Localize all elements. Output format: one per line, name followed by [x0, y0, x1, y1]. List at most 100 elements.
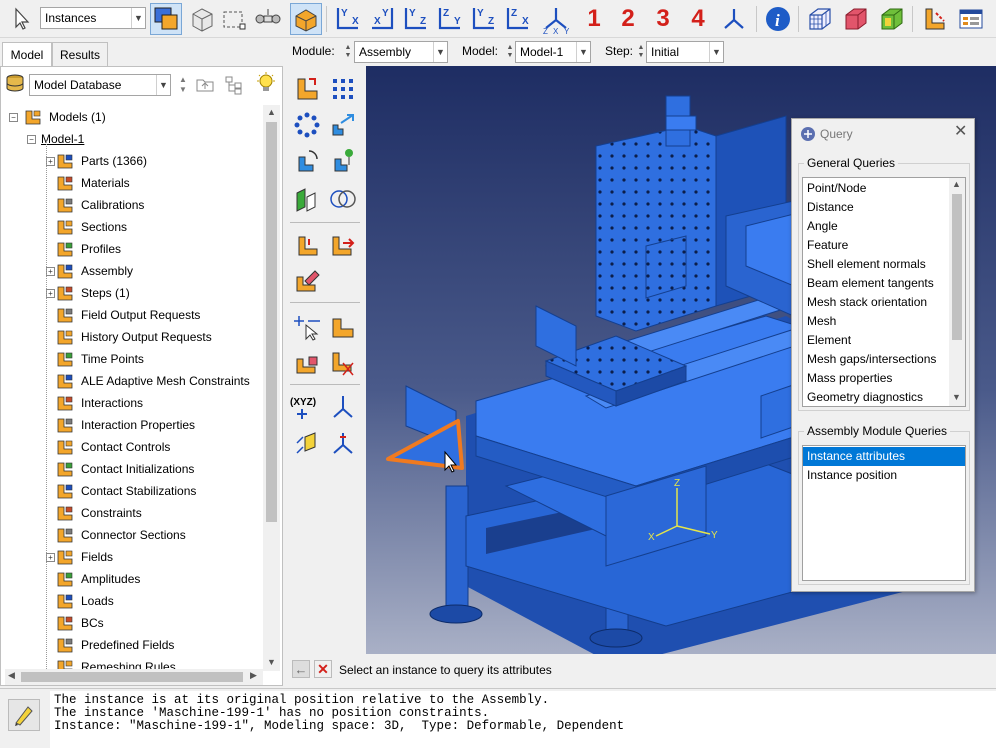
tree-item[interactable]: Constraints [55, 503, 142, 523]
scroll-left-icon[interactable]: ◀ [8, 670, 15, 681]
tree-expander-icon[interactable]: − [27, 135, 36, 144]
create-constraint-face-icon[interactable] [328, 230, 358, 260]
create-instance-icon[interactable] [292, 74, 322, 104]
part-instance-icon[interactable] [328, 312, 358, 342]
module-spin-icon[interactable]: ▲ ▼ [343, 42, 353, 62]
view-2-button[interactable]: 2 [612, 3, 644, 35]
drag-shape-icon[interactable] [218, 3, 250, 35]
view-yz-icon[interactable]: YZ [400, 3, 432, 35]
display-group-icon[interactable] [955, 3, 987, 35]
select-from-interior-icon[interactable] [150, 3, 182, 35]
tree-item[interactable]: Time Points [55, 349, 144, 369]
view-xz-icon[interactable]: ZX [502, 3, 534, 35]
general-query-item[interactable]: Angle [803, 217, 951, 236]
back-arrow-icon[interactable]: ← [292, 660, 310, 678]
message-area-icon[interactable] [8, 699, 40, 731]
view-iso-icon[interactable]: ZXY [540, 3, 572, 35]
datum-point-icon[interactable]: (XYZ) [290, 392, 320, 422]
render-wireframe-icon[interactable] [804, 3, 836, 35]
tree-item[interactable]: Interaction Properties [55, 415, 195, 435]
view-1-button[interactable]: 1 [578, 3, 610, 35]
view-zx-icon[interactable]: YZ [468, 3, 500, 35]
tree-item[interactable]: ALE Adaptive Mesh Constraints [55, 371, 250, 391]
tree-item[interactable]: Calibrations [55, 195, 144, 215]
sort-arrows-icon[interactable]: ▲ ▼ [177, 75, 189, 95]
module-combo[interactable]: Assembly ▼ [354, 41, 448, 63]
general-query-item[interactable]: Mesh gaps/intersections [803, 350, 951, 369]
lightbulb-icon[interactable] [255, 72, 277, 96]
general-query-item[interactable]: Mesh stack orientation [803, 293, 951, 312]
query-select-icon[interactable] [292, 312, 322, 342]
tree-item[interactable]: Models (1) [23, 107, 106, 127]
boolean-icon[interactable] [328, 184, 358, 214]
render-hidden-icon[interactable] [840, 3, 872, 35]
translate-instance-icon[interactable] [328, 110, 358, 140]
scroll-thumb[interactable] [266, 122, 277, 522]
folder-up-icon[interactable] [195, 75, 215, 93]
selection-filter-combo[interactable]: Instances ▼ [40, 7, 146, 29]
tree-item[interactable]: Parts (1366) [55, 151, 147, 171]
tree-item[interactable]: History Output Requests [55, 327, 212, 347]
tree-item[interactable]: Field Output Requests [55, 305, 200, 325]
view-triad-icon[interactable] [718, 3, 750, 35]
message-log[interactable]: The instance is at its original position… [50, 691, 996, 748]
tree-item[interactable]: Predefined Fields [55, 635, 174, 655]
rotate-instance-icon[interactable] [292, 146, 322, 176]
scroll-down-icon[interactable]: ▼ [952, 392, 961, 402]
view-4-button[interactable]: 4 [682, 3, 714, 35]
tab-results[interactable]: Results [52, 42, 108, 66]
model-spin-icon[interactable]: ▲ ▼ [505, 42, 515, 62]
tree-vertical-scrollbar[interactable]: ▲ ▼ [263, 105, 280, 671]
hscroll-thumb[interactable] [21, 672, 243, 682]
tree-item[interactable]: Model-1 [41, 129, 84, 149]
tab-model[interactable]: Model [2, 42, 52, 67]
assembly-query-item[interactable]: Instance attributes [803, 447, 965, 466]
tree-item[interactable]: Connector Sections [55, 525, 186, 545]
bounding-box-icon[interactable] [290, 3, 322, 35]
tree-expander-icon[interactable]: + [46, 157, 55, 166]
tree-item[interactable]: BCs [55, 613, 104, 633]
merge-cut-icon[interactable] [292, 184, 322, 214]
general-list-scrollbar[interactable]: ▲ ▼ [949, 178, 965, 406]
instance-delete-icon[interactable] [328, 348, 358, 378]
tree-item[interactable]: Fields [55, 547, 113, 567]
tree-item[interactable]: Contact Initializations [55, 459, 194, 479]
step-combo[interactable]: Initial ▼ [646, 41, 724, 63]
datum-plane-icon[interactable] [292, 428, 322, 458]
tree-item[interactable]: Contact Controls [55, 437, 170, 457]
general-query-item[interactable]: Distance [803, 198, 951, 217]
tree-item[interactable]: Materials [55, 173, 130, 193]
datum-axis-icon[interactable] [328, 392, 358, 422]
tree-item[interactable]: Sections [55, 217, 127, 237]
convert-constraints-icon[interactable] [292, 266, 322, 296]
scroll-up-icon[interactable]: ▲ [952, 179, 961, 189]
general-query-item[interactable]: Mass properties [803, 369, 951, 388]
general-query-item[interactable]: Mesh [803, 312, 951, 331]
tree-item[interactable]: Interactions [55, 393, 143, 413]
general-query-item[interactable]: Geometry diagnostics [803, 388, 951, 406]
section-icon[interactable] [918, 3, 950, 35]
view-zy-icon[interactable]: ZY [434, 3, 466, 35]
tree-item[interactable]: Steps (1) [55, 283, 130, 303]
tree-expander-icon[interactable]: + [46, 553, 55, 562]
select-arrow-icon[interactable] [6, 3, 38, 35]
scroll-thumb[interactable] [952, 194, 962, 340]
view-yx-icon[interactable]: XY [366, 3, 398, 35]
tree-item[interactable]: Contact Stabilizations [55, 481, 196, 501]
radial-pattern-icon[interactable] [292, 110, 322, 140]
selection-options-icon[interactable] [252, 3, 284, 35]
general-query-item[interactable]: Element [803, 331, 951, 350]
query-info-icon[interactable]: i [762, 3, 794, 35]
model-database-combo[interactable]: Model Database ▼ [29, 74, 171, 96]
datum-csys-icon[interactable] [328, 428, 358, 458]
tree-item[interactable]: Assembly [55, 261, 133, 281]
view-3-button[interactable]: 3 [647, 3, 679, 35]
render-shaded-icon[interactable] [876, 3, 908, 35]
general-query-item[interactable]: Shell element normals [803, 255, 951, 274]
scroll-up-icon[interactable]: ▲ [267, 107, 276, 117]
tree-item[interactable]: Amplitudes [55, 569, 140, 589]
general-queries-list[interactable]: Point/Node Distance Angle Feature Shell elem… [802, 177, 966, 407]
instance-replace-icon[interactable] [292, 348, 322, 378]
tree-item[interactable]: Profiles [55, 239, 121, 259]
general-query-item[interactable]: Beam element tangents [803, 274, 951, 293]
